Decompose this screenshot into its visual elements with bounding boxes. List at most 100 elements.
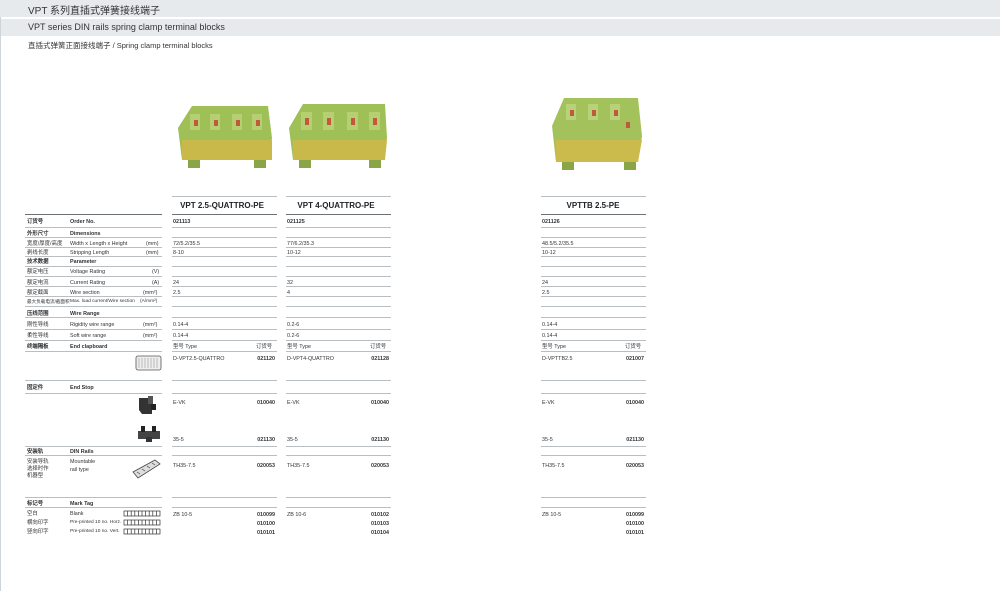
row-rule <box>541 296 646 297</box>
product-2-end-cover-type: D-VPT4-QUATTRO <box>287 356 334 362</box>
product-3-tag-type: ZB 10-5 <box>542 512 562 518</box>
label-rail-en2: Mountable <box>70 459 96 465</box>
row-rule <box>541 247 646 248</box>
label-order-cn: 订货号 <box>27 219 44 225</box>
label-tag-en: Mark Tag <box>70 501 94 507</box>
label-sect-unit: (mm²) <box>143 290 158 296</box>
label-rigid-cn: 刚性导线 <box>27 322 49 328</box>
label-strip-unit: (mm) <box>146 250 159 256</box>
product-2-end-cover-no: 021128 <box>371 356 389 362</box>
page-border <box>0 17 1 591</box>
product-3-end-cover-type: D-VPTTB2.5 <box>542 356 573 362</box>
product-image-vpt25 <box>178 106 272 168</box>
label-volt-en: Voltage Rating <box>70 269 106 275</box>
row-rule <box>25 351 162 352</box>
row-rule <box>286 306 391 307</box>
product-2-tag-no2: 010103 <box>371 521 389 527</box>
row-rule <box>286 276 391 277</box>
product-1-stripping: 8-10 <box>173 250 184 256</box>
product-1-current: 24 <box>173 280 179 286</box>
product-3-soft: 0.14-4 <box>542 333 558 339</box>
product-3-end-stop2-no: 021130 <box>626 437 644 443</box>
product-name-vpttb: VPTTB 2.5-PE <box>566 201 620 210</box>
label-stop-en: End Stop <box>70 385 94 391</box>
row-rule <box>172 380 277 381</box>
label-strip-en: Stripping Length <box>70 250 110 256</box>
row-rule <box>541 214 646 215</box>
header-bar-en: VPT series DIN rails spring clamp termin… <box>0 19 1000 36</box>
label-whl-unit: (mm) <box>146 241 159 247</box>
row-rule <box>286 256 391 257</box>
row-rule <box>172 446 277 447</box>
product-3-end-stop1-type: E-VK <box>542 400 555 406</box>
label-horz-cn: 横向印字 <box>27 520 49 526</box>
row-rule <box>541 497 646 498</box>
page-subtitle: 直插式弹簧正面接线端子 / Spring clamp terminal bloc… <box>28 41 213 50</box>
title-rule <box>541 196 646 197</box>
row-rule <box>541 256 646 257</box>
row-rule <box>25 214 162 215</box>
row-rule <box>286 266 391 267</box>
row-rule <box>25 446 162 447</box>
product-name-vpt4: VPT 4-QUATTRO-PE <box>297 201 375 210</box>
product-1-tag-no1: 010099 <box>257 512 275 518</box>
product-3-wire-section: 2.5 <box>542 290 550 296</box>
row-rule <box>172 497 277 498</box>
product-name-vpt25: VPT 2.5-QUATTRO-PE <box>180 201 264 210</box>
label-soft-unit: (mm²) <box>143 333 158 339</box>
product-3-tag-no1: 010099 <box>626 512 644 518</box>
label-tag-cn: 标记号 <box>27 501 44 507</box>
product-1-rigid: 0.14-4 <box>173 322 189 328</box>
row-rule <box>286 214 391 215</box>
product-2-tag-no3: 010104 <box>371 530 389 536</box>
product-1-rail-no: 020053 <box>257 463 275 469</box>
label-rail-en: DIN Rails <box>70 449 94 455</box>
label-cover-en: End clapboard <box>70 344 108 350</box>
row-rule <box>286 340 391 341</box>
col-type-header: 型号 Type <box>542 344 566 350</box>
row-rule <box>172 455 277 456</box>
row-rule <box>25 247 162 248</box>
row-rule <box>25 237 162 238</box>
label-blank-en: Blank <box>70 511 84 517</box>
row-rule <box>25 227 162 228</box>
row-rule <box>286 393 391 394</box>
label-rail-cn3: 选择时作 <box>27 466 49 472</box>
row-rule <box>172 237 277 238</box>
label-whl-cn: 宽度/厚度/高度 <box>27 241 63 247</box>
label-rail-cn4: 机器型 <box>27 473 44 479</box>
label-sect-cn: 额定截面 <box>27 290 49 296</box>
marker-strip-icon <box>123 510 161 535</box>
product-3-order-no: 021126 <box>542 219 560 225</box>
row-rule <box>541 446 646 447</box>
product-1-end-cover-no: 021120 <box>257 356 275 362</box>
product-2-rail-type: TH35-7.5 <box>287 463 310 469</box>
row-rule <box>286 286 391 287</box>
product-3-stripping: 10-12 <box>542 250 556 256</box>
col-order-header: 订货号 <box>256 344 273 350</box>
row-rule <box>541 227 646 228</box>
row-rule <box>172 306 277 307</box>
product-2-stripping: 10-12 <box>287 250 301 256</box>
label-sect-en: Wire section <box>70 290 100 296</box>
page-title-cn: VPT 系列直插式弹簧接线端子 <box>28 6 161 17</box>
row-rule <box>172 296 277 297</box>
label-vert-cn: 竖向印字 <box>27 529 49 535</box>
product-3-current: 24 <box>542 280 548 286</box>
row-rule <box>25 266 162 267</box>
title-rule <box>286 196 391 197</box>
label-curr-unit: (A) <box>152 280 160 286</box>
product-2-order-no: 021125 <box>287 219 305 225</box>
product-2-tag-no1: 010102 <box>371 512 389 518</box>
label-horz-en: Pre-printed 10 no. Horz. <box>70 520 122 525</box>
row-rule <box>25 380 162 381</box>
product-1-order-no: 021113 <box>173 219 191 225</box>
row-rule <box>25 306 162 307</box>
row-rule <box>541 340 646 341</box>
label-soft-en: Soft wire range <box>70 333 107 339</box>
row-rule <box>172 266 277 267</box>
row-rule <box>541 237 646 238</box>
end-stop-screw-icon <box>138 426 160 442</box>
product-1-end-cover-type: D-VPT2.5-QUATTRO <box>173 356 225 362</box>
row-rule <box>286 247 391 248</box>
